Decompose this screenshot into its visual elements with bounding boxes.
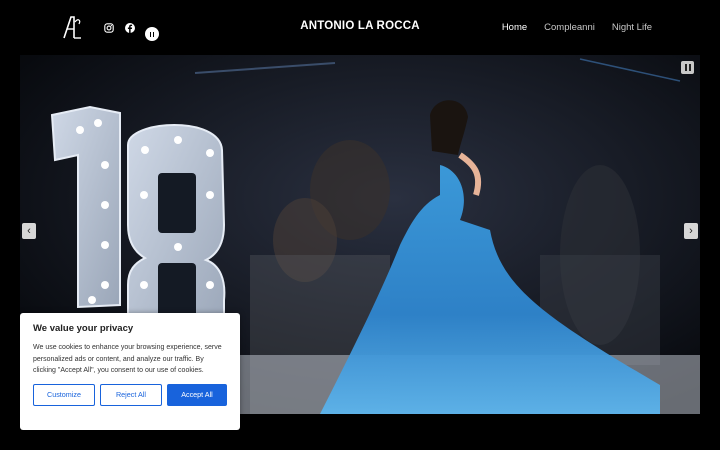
cookie-title: We value your privacy <box>33 323 134 334</box>
cookie-consent-dialog: We value your privacy We use cookies to … <box>20 313 240 430</box>
nav-item-night-life[interactable]: Night Life <box>612 22 652 33</box>
cookie-body: We use cookies to enhance your browsing … <box>33 344 222 375</box>
chevron-right-icon[interactable]: › <box>684 223 698 239</box>
cookie-actions: Customize Reject All Accept All <box>33 383 228 406</box>
accept-all-button[interactable]: Accept All <box>166 383 228 406</box>
slideshow-pause-icon[interactable] <box>681 61 694 74</box>
nav-item-home[interactable]: Home <box>502 22 527 33</box>
customize-button[interactable]: Customize <box>33 383 95 406</box>
main-nav: Home Compleanni Night Life <box>502 22 652 33</box>
site-header: ANTONIO LA ROCCA Home Compleanni Night L… <box>0 0 720 54</box>
nav-item-compleanni[interactable]: Compleanni <box>544 22 595 33</box>
reject-all-button[interactable]: Reject All <box>99 383 162 406</box>
chevron-left-icon[interactable]: ‹ <box>22 223 36 239</box>
